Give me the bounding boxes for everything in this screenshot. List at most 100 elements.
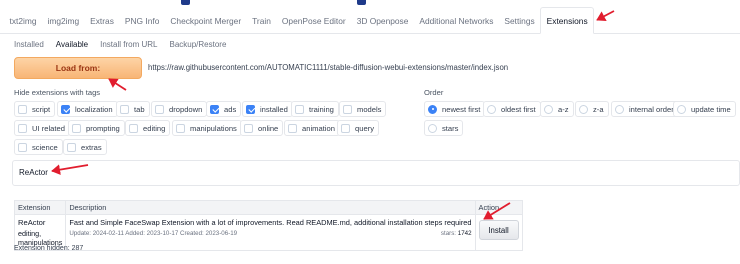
tab-extras[interactable]: Extras [85, 8, 120, 34]
tag-checkbox-online[interactable]: online [240, 120, 284, 136]
order-radio-z-a[interactable]: z-a [575, 101, 609, 117]
order-radio-internal-order[interactable]: internal order [611, 101, 679, 117]
tab-img2img[interactable]: img2img [42, 8, 85, 34]
tab-png-info[interactable]: PNG Info [119, 8, 164, 34]
tag-checkbox-query[interactable]: query [337, 120, 379, 136]
column-header-description: Description [65, 200, 476, 215]
order-radio-update-time[interactable]: update time [673, 101, 736, 117]
order-radio-a-z[interactable]: a-z [540, 101, 574, 117]
order-radio-newest-first[interactable]: newest first [424, 101, 486, 117]
subtab-backup-restore[interactable]: Backup/Restore [163, 40, 232, 49]
checkbox-icon [295, 104, 304, 114]
top-control-stub [357, 0, 366, 5]
table-header-row: Extension Description Action [13, 200, 523, 215]
tag-checkbox-prompting[interactable]: prompting [68, 120, 125, 136]
tag-label: prompting [86, 123, 120, 133]
tag-label: models [357, 104, 382, 114]
column-header-action: Action [474, 200, 523, 215]
tag-label: manipulations [190, 123, 237, 133]
checkbox-icon [288, 123, 297, 133]
tag-checkbox-manipulations[interactable]: manipulations [172, 120, 242, 136]
checkbox-icon [341, 123, 350, 133]
radio-icon [487, 104, 496, 114]
checkbox-checked-icon [210, 104, 219, 114]
tag-checkbox-ui-related[interactable]: UI related [14, 120, 70, 136]
checkbox-icon [72, 123, 81, 133]
tab-train[interactable]: Train [247, 8, 277, 34]
action-cell: Install [474, 214, 523, 251]
tag-label: ads [224, 104, 237, 114]
tag-label: query [355, 123, 374, 133]
extension-meta: Update: 2024-02-11 Added: 2023-10-17 Cre… [69, 230, 471, 237]
subtab-available[interactable]: Available [50, 40, 94, 49]
extension-stars: stars: 1742 [441, 230, 472, 237]
checkbox-checked-icon [61, 104, 70, 114]
radio-selected-icon [428, 104, 437, 114]
extension-index-url-field[interactable]: https://raw.githubusercontent.com/AUTOMA… [148, 60, 738, 76]
extension-hidden-count: Extension hidden: 287 [14, 245, 84, 252]
tag-label: editing [143, 123, 166, 133]
order-option-label: oldest first [501, 104, 536, 114]
top-remnant-strip [0, 0, 740, 6]
tag-checkbox-installed[interactable]: installed [242, 101, 293, 117]
checkbox-icon [18, 142, 27, 152]
tag-checkbox-editing[interactable]: editing [125, 120, 171, 136]
subtab-installed[interactable]: Installed [8, 40, 50, 49]
tag-label: script [32, 104, 51, 114]
install-button[interactable]: Install [478, 220, 519, 240]
tag-checkbox-ads[interactable]: ads [206, 101, 242, 117]
extension-dates: Update: 2024-02-11 Added: 2023-10-17 Cre… [69, 230, 238, 237]
tab-extensions[interactable]: Extensions [540, 7, 595, 34]
extension-name-link[interactable]: ReActor [18, 218, 62, 227]
checkbox-icon [120, 104, 129, 114]
tab-txt2img[interactable]: txt2img [4, 8, 42, 34]
radio-icon [615, 104, 624, 114]
top-control-stub [181, 0, 190, 5]
tab-openpose-editor[interactable]: OpenPose Editor [276, 8, 351, 34]
arrow-to-load-from [108, 78, 127, 91]
radio-icon [544, 104, 553, 114]
checkbox-icon [176, 123, 185, 133]
extensions-table: Extension Description Action ReActor edi… [13, 200, 523, 251]
tag-checkbox-tab[interactable]: tab [116, 101, 150, 117]
tag-label: localization [75, 104, 113, 114]
tag-label: UI related [32, 123, 65, 133]
tag-label: training [309, 104, 334, 114]
checkbox-icon [129, 123, 138, 133]
tab-additional-networks[interactable]: Additional Networks [414, 8, 499, 34]
tag-label: animation [302, 123, 335, 133]
order-radio-oldest-first[interactable]: oldest first [483, 101, 541, 117]
tag-checkbox-animation[interactable]: animation [284, 120, 340, 136]
tag-label: science [32, 142, 58, 152]
tag-label: dropdown [169, 104, 203, 114]
tag-checkbox-training[interactable]: training [291, 101, 339, 117]
extension-search-input[interactable]: ReActor [12, 160, 740, 186]
load-from-button[interactable]: Load from: [14, 57, 142, 79]
order-option-label: stars [442, 123, 459, 133]
tab-checkpoint-merger[interactable]: Checkpoint Merger [165, 8, 247, 34]
tag-checkbox-dropdown[interactable]: dropdown [151, 101, 208, 117]
tag-checkbox-science[interactable]: science [14, 139, 63, 155]
stars-label: stars: [440, 230, 457, 237]
table-row: ReActor editing, manipulations Fast and … [13, 214, 523, 251]
order-label: Order [424, 88, 444, 97]
tag-label: online [258, 123, 279, 133]
sub-tab-bar: Installed Available Install from URL Bac… [8, 37, 232, 52]
subtab-install-from-url[interactable]: Install from URL [94, 40, 163, 49]
order-option-label: newest first [442, 104, 481, 114]
radio-icon [677, 104, 686, 114]
order-radio-stars[interactable]: stars [424, 120, 464, 136]
checkbox-icon [155, 104, 164, 114]
tag-checkbox-localization[interactable]: localization [57, 101, 118, 117]
tag-checkbox-models[interactable]: models [339, 101, 387, 117]
checkbox-icon [67, 142, 76, 152]
main-tab-bar: txt2img img2img Extras PNG Info Checkpoi… [0, 7, 740, 34]
extension-description: Fast and Simple FaceSwap Extension with … [69, 218, 472, 227]
column-header-extension: Extension [13, 200, 67, 215]
tab-3d-openpose[interactable]: 3D Openpose [351, 8, 414, 34]
tag-checkbox-script[interactable]: script [14, 101, 56, 117]
tag-checkbox-extras[interactable]: extras [63, 139, 107, 155]
checkbox-icon [244, 123, 253, 133]
checkbox-icon [18, 123, 27, 133]
tab-settings[interactable]: Settings [499, 8, 540, 34]
